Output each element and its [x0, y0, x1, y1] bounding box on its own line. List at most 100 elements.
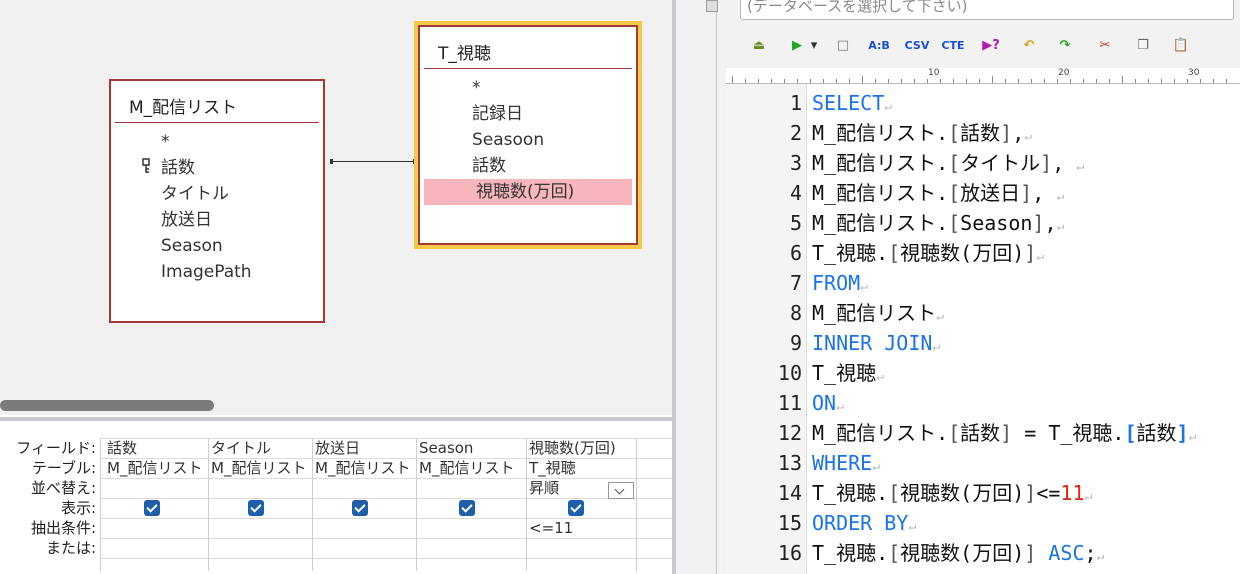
qbe-grid[interactable]: フィールド: テーブル: 並べ替え: 表示: 抽出条件: または: 話数 M_配信リスト タイト… — [0, 421, 672, 574]
ruler-tick — [784, 79, 785, 83]
grid-cell-table[interactable]: T_視聴 — [529, 458, 633, 478]
code-line[interactable]: T_視聴.[視聴数(万回)]↵ — [812, 238, 1044, 268]
show-checkbox[interactable] — [459, 500, 475, 516]
ruler-tick — [1083, 79, 1084, 83]
dropdown-arrow-icon[interactable]: ▾ — [808, 32, 820, 60]
code-line[interactable]: INNER JOIN↵ — [812, 328, 940, 358]
relationship-line[interactable] — [330, 159, 416, 164]
line-number: 6 — [789, 241, 802, 265]
cut-icon[interactable]: ✂ — [1092, 32, 1118, 60]
divider — [424, 68, 632, 69]
help-run-icon[interactable]: ▶? — [978, 32, 1004, 60]
ruler-tick — [875, 79, 876, 83]
table-t-shichou[interactable]: T_視聴 * 記録日 Seasoon 話数 視聴数(万回) — [414, 21, 642, 249]
code-line[interactable]: M_配信リスト.[放送日], ↵ — [812, 178, 1064, 208]
ruler-tick — [1057, 79, 1058, 83]
horizontal-scrollbar[interactable] — [0, 395, 672, 415]
grid-cell-field[interactable]: 話数 — [107, 438, 207, 458]
table-field[interactable]: タイトル — [111, 181, 323, 207]
run-icon[interactable]: ▶ — [784, 32, 810, 60]
copy-icon[interactable]: ❐ — [1130, 32, 1156, 60]
show-checkbox[interactable] — [568, 500, 584, 516]
ruler-tick — [771, 79, 772, 83]
table-field[interactable]: 話数 — [111, 155, 323, 181]
grid-cell-field[interactable]: 視聴数(万回) — [529, 438, 633, 458]
ruler-tick — [836, 79, 837, 83]
table-field[interactable]: Seasoon — [420, 127, 636, 153]
table-field[interactable]: 話数 — [420, 153, 636, 179]
cte-icon[interactable]: CTE — [940, 32, 966, 60]
table-field[interactable]: * — [420, 75, 636, 101]
ruler-tick — [810, 79, 811, 83]
primary-key-icon — [142, 158, 150, 173]
grid-column-border — [636, 438, 637, 571]
grid-column-border — [312, 438, 313, 571]
grid-row-line — [100, 498, 672, 499]
code-line[interactable]: ON↵ — [812, 388, 844, 418]
table-field[interactable]: 放送日 — [111, 207, 323, 233]
field-list: * 話数 タイトル 放送日 Season ImagePath — [111, 129, 323, 285]
grid-cell-field[interactable]: Season — [419, 438, 525, 458]
code-line[interactable]: SELECT↵ — [812, 88, 892, 118]
table-m-haishin-list[interactable]: M_配信リスト * 話数 タイトル 放送日 Season ImagePath — [109, 79, 325, 323]
line-number: 10 — [777, 361, 802, 385]
ab-icon[interactable]: A:B — [866, 32, 892, 60]
line-number: 16 — [777, 541, 802, 565]
stop-icon[interactable]: □ — [830, 32, 856, 60]
code-line[interactable]: ORDER BY↵ — [812, 508, 916, 538]
code-line[interactable]: FROM↵ — [812, 268, 868, 298]
show-checkbox[interactable] — [352, 500, 368, 516]
ruler-tick — [914, 79, 915, 83]
sort-dropdown-button[interactable] — [608, 482, 634, 499]
table-field[interactable]: 記録日 — [420, 101, 636, 127]
grid-cell-table[interactable]: M_配信リスト — [107, 458, 207, 478]
sql-editor-window: (データベースを選択して下さい) ⏏ ▶ ▾ □ A:B CSV CTE ▶? ↶ ↷ ✂ ❐ 📋 10… — [676, 0, 1240, 574]
redo-icon[interactable]: ↷ — [1052, 32, 1078, 60]
code-line[interactable]: T_視聴.[視聴数(万回)]<=11↵ — [812, 478, 1092, 508]
code-area[interactable]: 1 2 3 4 5 6 7 8 9 10 11 12 13 14 15 16 SELECT↵ M_配信リスト.[… — [726, 84, 1240, 574]
code-line[interactable]: M_配信リスト↵ — [812, 298, 944, 328]
collapse-icon[interactable] — [706, 0, 718, 12]
line-number: 12 — [777, 421, 802, 445]
grid-cell-table[interactable]: M_配信リスト — [419, 458, 525, 478]
database-selector[interactable]: (データベースを選択して下さい) — [740, 0, 1234, 20]
table-field[interactable]: Season — [111, 233, 323, 259]
open-db-icon[interactable]: ⏏ — [746, 32, 772, 60]
grid-cell-table[interactable]: M_配信リスト — [315, 458, 415, 478]
table-field[interactable]: 視聴数(万回) — [424, 179, 632, 205]
line-number: 8 — [789, 301, 802, 325]
grid-cell-table[interactable]: M_配信リスト — [211, 458, 311, 478]
code-line[interactable]: M_配信リスト.[タイトル], ↵ — [812, 148, 1084, 178]
code-line[interactable]: M_配信リスト.[話数],↵ — [812, 118, 1032, 148]
table-field[interactable]: ImagePath — [111, 259, 323, 285]
ruler-tick — [1148, 79, 1149, 83]
table-field[interactable]: * — [111, 129, 323, 155]
line-number: 5 — [789, 211, 802, 235]
ruler-tick — [953, 79, 954, 83]
paste-icon[interactable]: 📋 — [1168, 32, 1194, 60]
grid-column-border — [526, 438, 527, 571]
line-number-gutter: 1 2 3 4 5 6 7 8 9 10 11 12 13 14 15 16 — [726, 84, 807, 574]
table-title[interactable]: T_視聴 — [420, 27, 636, 65]
grid-cell-field[interactable]: タイトル — [211, 438, 311, 458]
code-line[interactable]: T_視聴.[視聴数(万回)] ASC;↵ — [812, 538, 1104, 568]
show-checkbox[interactable] — [144, 500, 160, 516]
query-design-pane[interactable]: M_配信リスト * 話数 タイトル 放送日 Season ImagePath T_視聴 *… — [0, 0, 672, 395]
code-line[interactable]: WHERE↵ — [812, 448, 880, 478]
ruler-tick — [1161, 79, 1162, 83]
line-number: 15 — [777, 511, 802, 535]
left-strip — [676, 0, 718, 574]
undo-icon[interactable]: ↶ — [1016, 32, 1042, 60]
table-title[interactable]: M_配信リスト — [111, 81, 323, 119]
show-checkbox[interactable] — [248, 500, 264, 516]
grid-cell-field[interactable]: 放送日 — [315, 438, 415, 458]
line-number: 13 — [777, 451, 802, 475]
csv-icon[interactable]: CSV — [904, 32, 930, 60]
grid-cell-criteria[interactable]: <=11 — [529, 518, 633, 538]
grid-column-border — [100, 438, 101, 571]
scrollbar-thumb[interactable] — [0, 400, 214, 411]
code-line[interactable]: M_配信リスト.[Season],↵ — [812, 208, 1064, 238]
code-line[interactable]: M_配信リスト.[話数] = T_視聴.[話数]↵ — [812, 418, 1196, 448]
code-line[interactable]: T_視聴↵ — [812, 358, 884, 388]
grid-row-line — [100, 538, 672, 539]
